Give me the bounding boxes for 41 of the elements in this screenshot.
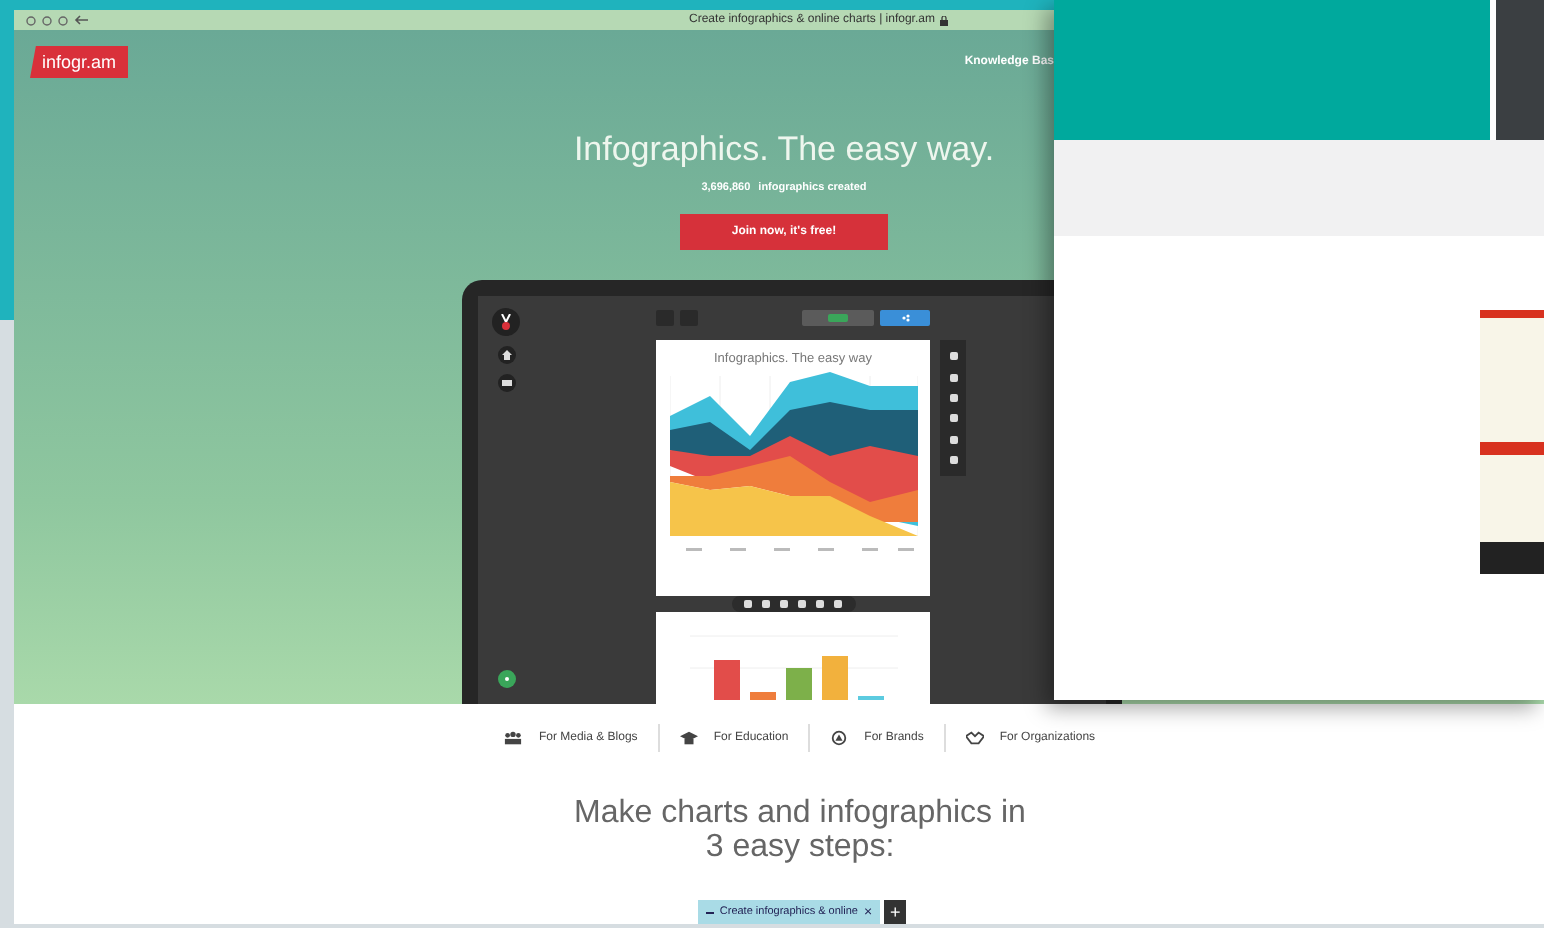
axis-tick-mark (897, 548, 913, 552)
chart-bar (749, 692, 775, 701)
axis-tick-mark (773, 548, 789, 552)
tool-icon[interactable] (798, 600, 806, 609)
home-icon[interactable] (497, 346, 515, 364)
tool-icon[interactable] (949, 414, 957, 423)
chart-bar (857, 696, 883, 701)
tool-icon[interactable] (949, 455, 957, 464)
share-button[interactable] (880, 310, 930, 327)
tool-icon[interactable] (949, 352, 957, 361)
axis-tick-mark (729, 548, 745, 552)
badge-icon (830, 730, 849, 746)
tool-icon[interactable] (949, 393, 957, 402)
new-tab-button[interactable]: + (884, 900, 907, 924)
axis-tick-mark (817, 548, 833, 552)
chart-bar (785, 668, 811, 701)
tool-icon[interactable] (949, 373, 957, 382)
dark-panel (1496, 0, 1544, 140)
chart-bar (713, 660, 739, 701)
minus-icon (705, 911, 714, 913)
axis-tick-mark (861, 548, 877, 552)
chart-bar (821, 656, 847, 701)
tool-icon[interactable] (744, 600, 752, 609)
people-icon (504, 730, 523, 746)
logo[interactable]: infogr.am (30, 46, 129, 78)
new-badge-icon (828, 314, 848, 323)
section-heading: Make charts and infographics in 3 easy steps: (572, 796, 1028, 864)
help-icon[interactable] (497, 670, 515, 688)
back-arrow-icon[interactable] (74, 14, 90, 26)
tool-icon[interactable] (762, 600, 770, 609)
menu-icon[interactable] (497, 374, 515, 392)
axis-tick-mark (685, 548, 701, 552)
logo-icon (492, 308, 520, 336)
tool-icon[interactable] (834, 600, 842, 609)
share-icon (901, 314, 909, 323)
tool-icon[interactable] (949, 435, 957, 444)
lock-icon (940, 15, 949, 25)
download-button[interactable] (802, 310, 874, 327)
tool-icon[interactable] (816, 600, 824, 609)
headline: Infographics. The easy way. (573, 130, 995, 170)
tool-icon[interactable] (780, 600, 788, 609)
